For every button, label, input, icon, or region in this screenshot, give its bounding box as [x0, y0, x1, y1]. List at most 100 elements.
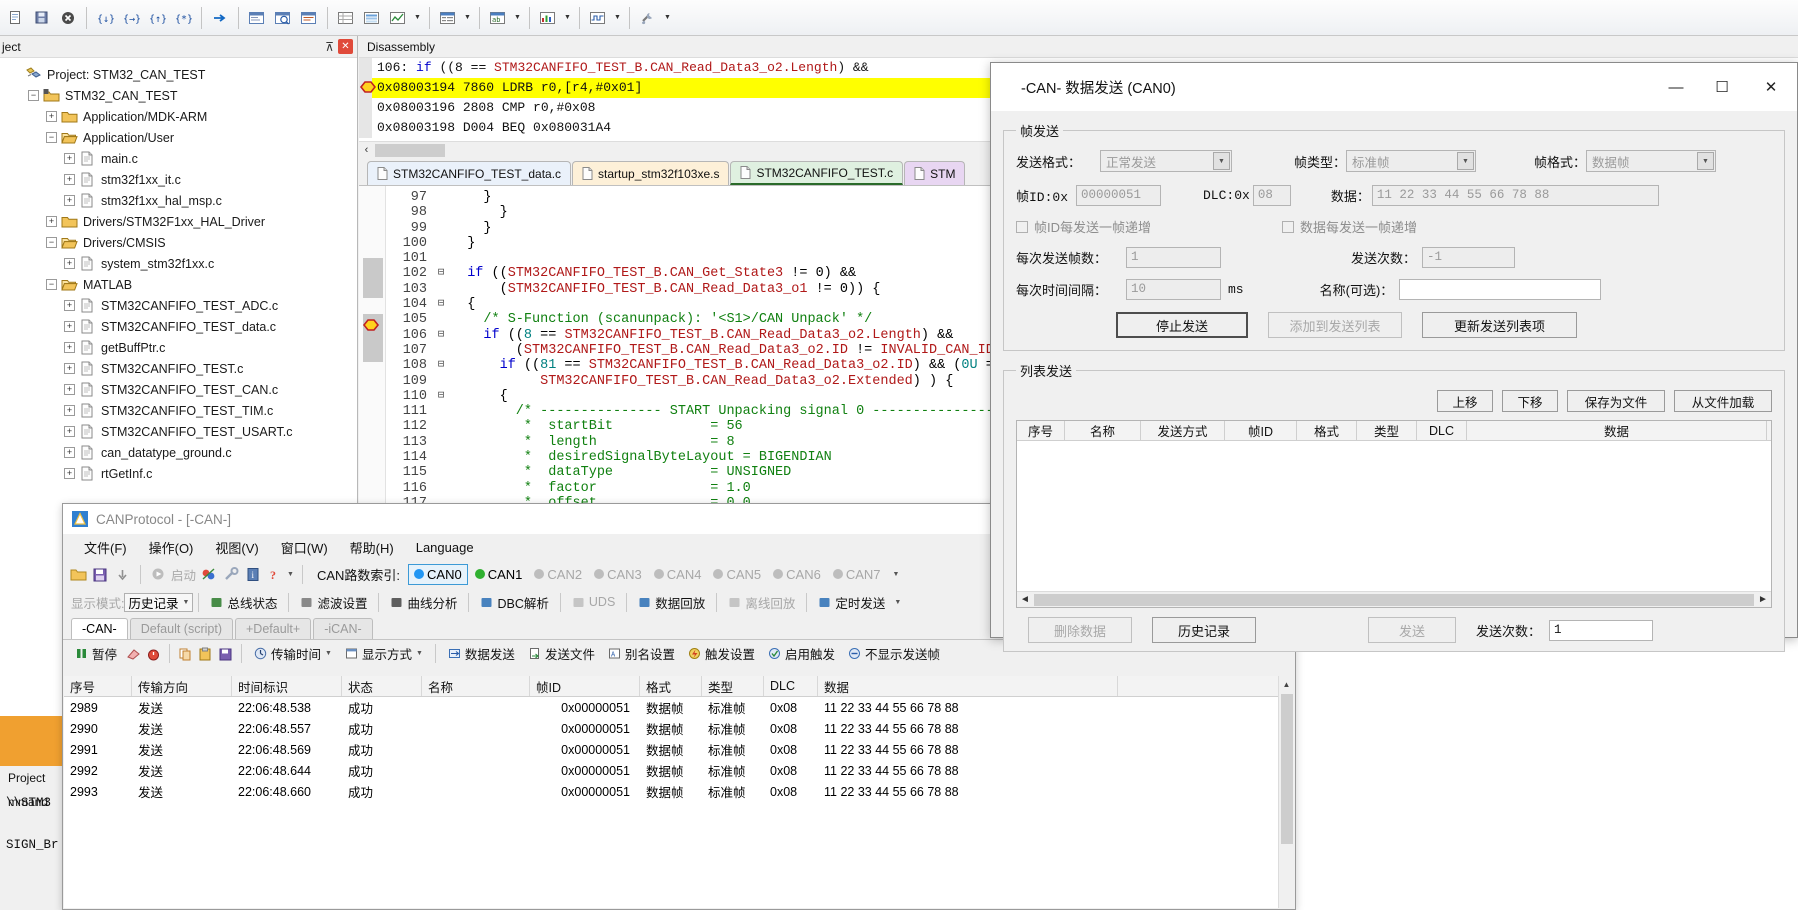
- send-file-button[interactable]: 发送文件: [522, 642, 601, 665]
- alias-settings-button[interactable]: A 别名设置: [602, 642, 681, 665]
- editor-fold-marker[interactable]: [433, 190, 449, 205]
- frames-per-send-input[interactable]: 1: [1126, 247, 1221, 268]
- editor-fold-marker[interactable]: [433, 465, 449, 480]
- close-icon[interactable]: ✕: [338, 39, 353, 54]
- stop-send-button[interactable]: 停止发送: [1116, 312, 1248, 338]
- tree-item[interactable]: + STM32CANFIFO_TEST_TIM.c: [4, 400, 357, 421]
- data-increment-checkbox[interactable]: [1282, 220, 1295, 233]
- editor-fold-marker[interactable]: [433, 221, 449, 236]
- tree-item[interactable]: + STM32CANFIFO_TEST.c: [4, 358, 357, 379]
- log-vertical-scrollbar[interactable]: ▲: [1278, 676, 1294, 908]
- send-list-column-header[interactable]: DLC: [1417, 421, 1467, 440]
- scroll-thumb[interactable]: [1034, 593, 1754, 606]
- can-channel-can0[interactable]: CAN0: [408, 563, 468, 585]
- subtab-1[interactable]: Default (script): [129, 618, 233, 639]
- editor-tab-3[interactable]: STM: [904, 161, 966, 185]
- can-channel-can4[interactable]: CAN4: [649, 565, 707, 584]
- down-arrow-icon[interactable]: [113, 565, 132, 584]
- analysis-dropdown-icon[interactable]: ▼: [562, 6, 573, 30]
- frame-id-input[interactable]: 00000051: [1076, 185, 1161, 206]
- open-file-icon[interactable]: [69, 565, 88, 584]
- analysis-window-icon[interactable]: [536, 6, 560, 30]
- run-to-cursor-icon[interactable]: {*}: [171, 6, 195, 30]
- function-offline-playback[interactable]: 离线回放: [722, 591, 801, 614]
- tree-expander-icon[interactable]: +: [64, 468, 75, 479]
- editor-fold-marker[interactable]: [433, 481, 449, 496]
- can-channel-can1[interactable]: CAN1: [470, 565, 528, 584]
- trace-dropdown-icon[interactable]: ▼: [612, 6, 623, 30]
- frame-id-increment-checkbox[interactable]: [1016, 220, 1028, 233]
- menu-item-4[interactable]: 帮助(H): [339, 535, 405, 560]
- tree-item[interactable]: + rtGetInf.c: [4, 463, 357, 484]
- can-channel-can7[interactable]: CAN7: [828, 565, 886, 584]
- scroll-left-icon[interactable]: ‹: [359, 144, 374, 156]
- list-send-count-input[interactable]: 1: [1549, 619, 1654, 641]
- tree-item[interactable]: + STM32CANFIFO_TEST_ADC.c: [4, 295, 357, 316]
- call-stack-icon[interactable]: [360, 6, 384, 30]
- send-list-column-header[interactable]: 名称: [1065, 421, 1141, 440]
- tree-expander-icon[interactable]: +: [64, 363, 75, 374]
- editor-fold-marker[interactable]: ⊟: [433, 266, 449, 281]
- toolbar-overflow-icon[interactable]: ▼: [287, 571, 294, 578]
- editor-fold-marker[interactable]: [433, 236, 449, 251]
- help-icon[interactable]: ?: [265, 565, 284, 584]
- menu-item-5[interactable]: Language: [405, 537, 485, 558]
- tree-expander-icon[interactable]: −: [46, 132, 57, 143]
- tree-item[interactable]: + STM32CANFIFO_TEST_USART.c: [4, 421, 357, 442]
- tree-expander-icon[interactable]: +: [64, 384, 75, 395]
- tree-item[interactable]: + stm32f1xx_hal_msp.c: [4, 190, 357, 211]
- display-method-button[interactable]: 显示方式 ▼: [339, 642, 429, 665]
- start-label[interactable]: 启动: [171, 565, 196, 584]
- step-into-icon[interactable]: {↓}: [93, 6, 117, 30]
- stopwatch-icon[interactable]: [144, 644, 163, 663]
- command-window-icon[interactable]: [245, 6, 269, 30]
- tree-item[interactable]: − MATLAB: [4, 274, 357, 295]
- start-icon[interactable]: [149, 565, 168, 584]
- log-column-header[interactable]: 时间标识: [232, 676, 342, 696]
- log-row[interactable]: 2991 发送 22:06:48.569 成功 0x00000051 数据帧 标准帧 0x08…: [64, 739, 1294, 760]
- log-column-header[interactable]: 状态: [342, 676, 422, 696]
- tree-item[interactable]: − Application/User: [4, 127, 357, 148]
- send-count-input[interactable]: -1: [1422, 247, 1516, 268]
- dlc-input[interactable]: 08: [1252, 185, 1291, 206]
- function-dbc[interactable]: DBC解析: [474, 591, 554, 614]
- interval-input[interactable]: 10: [1126, 279, 1221, 300]
- log-column-header[interactable]: 类型: [702, 676, 764, 696]
- editor-fold-marker[interactable]: ⊟: [433, 358, 449, 373]
- editor-tab-2[interactable]: STM32CANFIFO_TEST.c: [730, 161, 904, 185]
- scroll-thumb[interactable]: [375, 143, 445, 157]
- function-uds[interactable]: UDS: [566, 593, 621, 611]
- log-column-header[interactable]: 序号: [64, 676, 132, 696]
- tree-expander-icon[interactable]: +: [64, 300, 75, 311]
- editor-fold-marker[interactable]: [433, 435, 449, 450]
- editor-fold-marker[interactable]: [433, 419, 449, 434]
- tree-item[interactable]: Project: STM32_CAN_TEST: [4, 64, 357, 85]
- editor-fold-marker[interactable]: ⊟: [433, 328, 449, 343]
- log-row[interactable]: 2990 发送 22:06:48.557 成功 0x00000051 数据帧 标准帧 0x08…: [64, 718, 1294, 739]
- log-row[interactable]: 2992 发送 22:06:48.644 成功 0x00000051 数据帧 标准帧 0x08…: [64, 760, 1294, 781]
- save-icon[interactable]: [91, 565, 110, 584]
- log-column-header[interactable]: 帧ID: [530, 676, 640, 696]
- editor-tab-1[interactable]: startup_stm32f103xe.s: [572, 161, 730, 185]
- pin-icon[interactable]: ⊼: [325, 40, 334, 54]
- tree-expander-icon[interactable]: −: [46, 279, 57, 290]
- editor-fold-marker[interactable]: [433, 374, 449, 389]
- step-out-icon[interactable]: {↑}: [145, 6, 169, 30]
- name-input[interactable]: [1399, 279, 1602, 300]
- eraser-icon[interactable]: [124, 644, 143, 663]
- move-up-button[interactable]: 上移: [1437, 390, 1493, 412]
- trigger-settings-button[interactable]: 触发设置: [682, 642, 761, 665]
- minimize-button[interactable]: —: [1653, 63, 1699, 111]
- send-list-column-header[interactable]: 帧ID: [1225, 421, 1297, 440]
- scroll-thumb[interactable]: [1281, 694, 1293, 844]
- subtab-2[interactable]: +Default+: [235, 618, 312, 639]
- save-list-icon[interactable]: [216, 644, 235, 663]
- menu-item-1[interactable]: 操作(O): [138, 535, 205, 560]
- frame-type-select[interactable]: 标准帧 ▼: [1346, 150, 1476, 172]
- display-mode-select[interactable]: 历史记录 ▼: [124, 592, 194, 612]
- send-list-hscrollbar[interactable]: ◄ ►: [1017, 591, 1771, 607]
- info-icon[interactable]: i: [243, 565, 262, 584]
- can-channel-can5[interactable]: CAN5: [708, 565, 766, 584]
- memory-dropdown-icon[interactable]: ▼: [462, 6, 473, 30]
- copy-icon[interactable]: [176, 644, 195, 663]
